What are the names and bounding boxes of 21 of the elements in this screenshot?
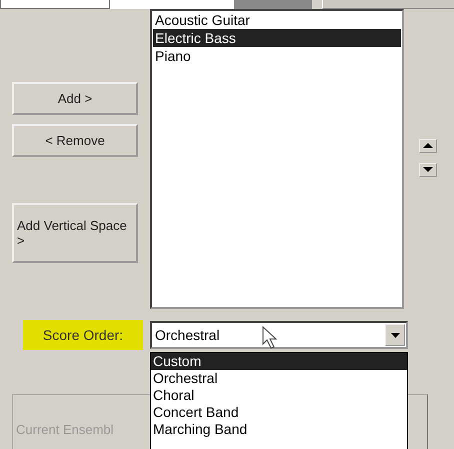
move-up-button[interactable] <box>419 139 437 153</box>
dropdown-option[interactable]: Custom <box>151 353 407 370</box>
dropdown-option[interactable]: Concert Band <box>151 404 407 421</box>
score-order-label: Score Order: <box>23 320 143 350</box>
score-order-dropdown[interactable]: Orchestral <box>150 321 408 349</box>
list-item[interactable]: Acoustic Guitar <box>153 11 401 29</box>
action-button[interactable]: Add Vertical Space > <box>12 203 138 263</box>
dropdown-option[interactable]: Orchestral <box>151 370 407 387</box>
move-down-button[interactable] <box>419 163 437 177</box>
list-item[interactable]: Piano <box>153 47 401 65</box>
current-ensemble-label: Current Ensembl <box>16 422 114 437</box>
action-button[interactable]: Add > <box>12 82 138 115</box>
action-button[interactable]: < Remove <box>12 124 138 157</box>
dropdown-option[interactable]: Marching Band <box>151 421 407 438</box>
text-field[interactable] <box>0 0 110 9</box>
mouse-pointer-icon <box>262 326 278 350</box>
list-item[interactable]: Electric Bass <box>153 29 401 47</box>
instrument-list[interactable]: Acoustic Guitar Electric Bass Piano <box>150 9 404 309</box>
dropdown-option[interactable]: Choral <box>151 387 407 404</box>
up-triangle-icon <box>423 143 433 149</box>
down-triangle-icon <box>423 167 433 173</box>
